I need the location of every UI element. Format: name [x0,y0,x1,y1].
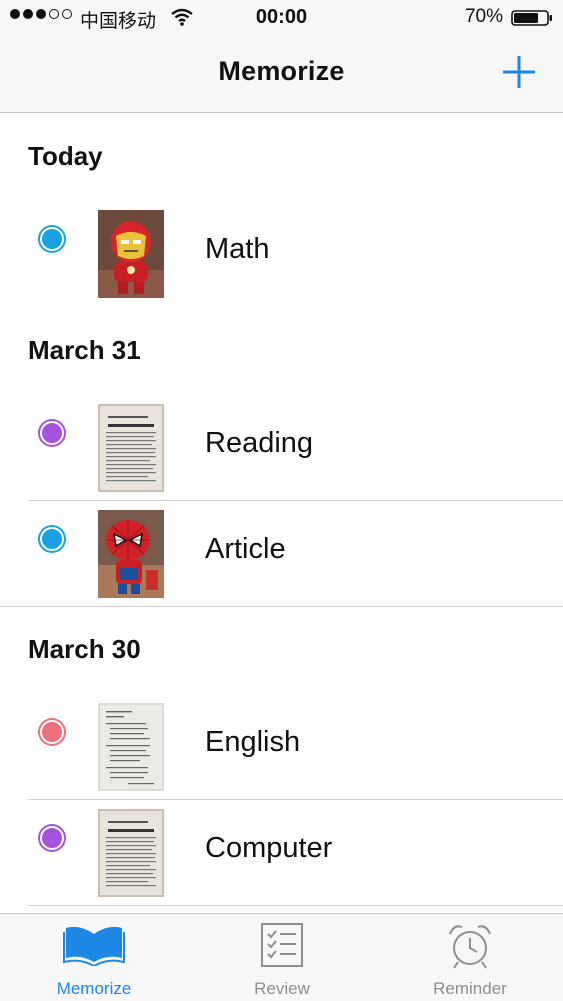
thumbnail-document-page [98,809,164,897]
tab-label: Review [254,979,310,998]
status-dot [40,421,64,445]
memorize-list: Today Math March 31 Reading Article Marc… [0,113,563,913]
tab-reminder[interactable]: Reminder [376,914,563,1001]
battery-percentage: 70% [464,6,503,27]
item-label: Math [205,233,270,265]
page-title: Memorize [218,56,345,86]
tab-memorize[interactable]: Memorize [0,914,188,1001]
battery-icon [511,10,552,26]
navigation-bar: Memorize [0,36,563,113]
checklist-icon [261,923,303,967]
add-button[interactable] [501,54,537,90]
row-separator [0,606,563,607]
status-dot [40,227,64,251]
thumbnail-document-page [98,703,164,791]
section-header-today: Today [28,141,103,171]
list-item-math[interactable]: Math [0,201,563,307]
item-label: Computer [205,832,333,864]
thumbnail-document-page [98,404,164,492]
tab-review[interactable]: Review [188,914,376,1001]
alarm-clock-icon [449,925,491,969]
list-item-english[interactable]: English [0,694,563,800]
status-bar: 中国移动 00:00 70% [0,0,563,36]
thumbnail-spiderman-figure [98,510,164,598]
item-label: English [205,726,301,758]
status-dot [40,527,64,551]
section-header-march-31: March 31 [28,335,141,365]
tab-label: Reminder [433,979,507,998]
status-dot [40,720,64,744]
tab-bar: Memorize Review Reminder [0,913,563,1001]
item-label: Article [205,533,286,565]
list-item-computer[interactable]: Computer [0,800,563,906]
list-item-reading[interactable]: Reading [0,395,563,501]
thumbnail-ironman-figure [98,210,164,298]
item-label: Reading [205,427,314,459]
plus-icon [503,56,535,88]
section-header-march-30: March 30 [28,634,141,664]
row-separator [28,905,563,906]
open-book-icon [63,926,125,966]
status-dot [40,826,64,850]
list-item-article[interactable]: Article [0,501,563,607]
tab-label: Memorize [56,979,132,998]
